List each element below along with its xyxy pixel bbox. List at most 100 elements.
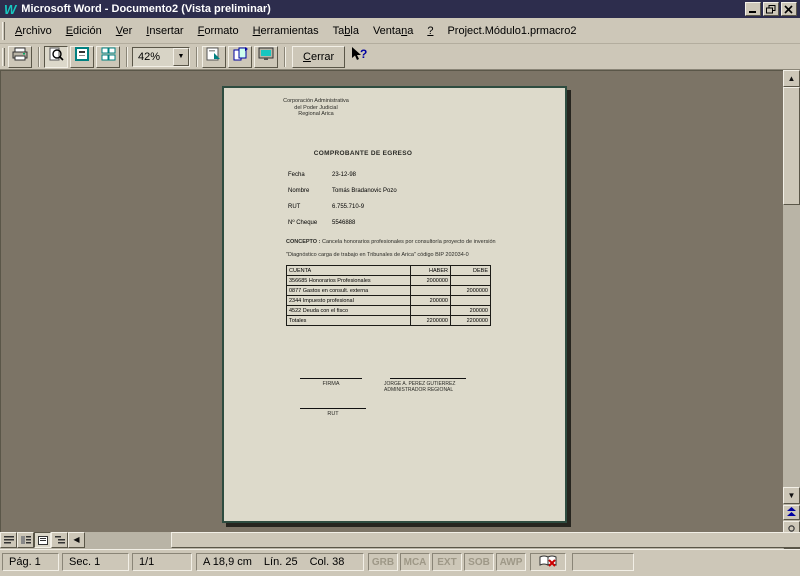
status-mode-grb[interactable]: GRB: [368, 553, 398, 571]
one-page-icon: [75, 47, 89, 66]
full-screen-button[interactable]: [254, 46, 278, 68]
view-ruler-button[interactable]: [202, 46, 226, 68]
close-icon: [784, 5, 794, 14]
menu-formato[interactable]: Formato: [191, 21, 246, 41]
zoom-combobox[interactable]: 42% ▼: [132, 47, 190, 67]
page-layout-view-button[interactable]: [34, 532, 51, 548]
titlebar: W Microsoft Word - Documento2 (Vista pre…: [0, 0, 800, 18]
arrow-down-icon: ▼: [788, 492, 796, 500]
arrow-left-icon: ◀: [73, 536, 79, 544]
menu-ayuda[interactable]: ?: [420, 21, 440, 41]
print-button[interactable]: [8, 46, 32, 68]
col-cuenta: CUENTA: [287, 266, 411, 276]
outline-view-button[interactable]: [51, 532, 68, 548]
minimize-button[interactable]: [745, 2, 761, 16]
horizontal-scrollbar[interactable]: ◀ ▶: [0, 532, 783, 549]
menu-archivo[interactable]: Archivo: [8, 21, 59, 41]
field-value: 5546888: [332, 220, 355, 226]
concepto-line1: CONCEPTO : Cancela honorarios profesiona…: [286, 239, 546, 245]
status-page: Pág. 1: [2, 553, 59, 571]
field-label: Nombre: [288, 188, 309, 194]
field-cheque: Nº Cheque 5546888: [288, 220, 488, 228]
toolbar-grip[interactable]: [2, 48, 5, 66]
normal-view-button[interactable]: [0, 532, 17, 548]
status-section: Sec. 1: [62, 553, 129, 571]
vertical-scroll-thumb[interactable]: [783, 87, 800, 205]
table-row: 356685 Honorarios Profesionales 2000000: [287, 276, 491, 286]
menu-ventana[interactable]: Ventana: [366, 21, 420, 41]
status-page-of: 1/1: [132, 553, 192, 571]
status-mode-awp[interactable]: AWP: [496, 553, 526, 571]
help-icon: ?: [350, 46, 368, 67]
printer-icon: [12, 47, 28, 66]
vertical-scrollbar[interactable]: ▲ ▼: [783, 70, 800, 549]
menu-insertar[interactable]: Insertar: [139, 21, 190, 41]
normal-view-icon: [4, 536, 14, 544]
status-mode-ext[interactable]: EXT: [432, 553, 462, 571]
magnifier-button[interactable]: [44, 46, 68, 68]
org-line: Regional Arica: [264, 111, 368, 118]
rut-line: [300, 408, 366, 409]
close-button[interactable]: [781, 2, 797, 16]
close-preview-button[interactable]: Cerrar: [292, 46, 345, 68]
menu-edicion[interactable]: Edición: [59, 21, 109, 41]
field-nombre: Nombre Tomás Bradanovic Pozo: [288, 188, 488, 196]
menu-ver[interactable]: Ver: [109, 21, 140, 41]
arrow-up-icon: ▲: [788, 75, 796, 83]
accounts-table: CUENTA HABER DEBE 356685 Honorarios Prof…: [286, 265, 491, 326]
toolbar-separator: [126, 47, 128, 67]
concepto-label: CONCEPTO :: [286, 239, 320, 245]
status-empty-panel: [572, 553, 634, 571]
field-value: Tomás Bradanovic Pozo: [332, 188, 397, 194]
online-layout-icon: [21, 536, 31, 544]
menu-herramientas[interactable]: Herramientas: [246, 21, 326, 41]
toolbar-separator: [284, 47, 286, 67]
field-fecha: Fecha 23-12-98: [288, 172, 488, 180]
word-logo-icon: W: [4, 2, 16, 17]
table-row: Totales 2200000 2200000: [287, 316, 491, 326]
restore-button[interactable]: [763, 2, 779, 16]
menu-tabla[interactable]: Tabla: [326, 21, 366, 41]
help-button[interactable]: ?: [347, 46, 371, 68]
table-row: 2344 Impuesto profesional 200000: [287, 296, 491, 306]
menu-project-macro[interactable]: Project.Módulo1.prmacro2: [440, 21, 583, 41]
signer-title: ADMINISTRADOR REGIONAL: [384, 387, 480, 393]
rut-label: RUT: [300, 411, 366, 417]
menubar-grip[interactable]: [2, 22, 5, 40]
concepto-text: Cancela honorarios profesionales por con…: [320, 239, 495, 245]
scroll-left-button[interactable]: ◀: [68, 532, 85, 548]
svg-text:?: ?: [360, 47, 367, 61]
org-header: Corporación Administrativa del Poder Jud…: [264, 98, 368, 118]
firma-line: [300, 378, 362, 379]
col-haber: HABER: [411, 266, 451, 276]
horizontal-scroll-thumb[interactable]: [171, 532, 800, 548]
outline-view-icon: [55, 536, 65, 544]
status-mode-sob[interactable]: SOB: [464, 553, 494, 571]
status-line: Lín. 25: [264, 556, 298, 568]
table-row: 0877 Gastos en consult. externa 2000000: [287, 286, 491, 296]
zoom-value[interactable]: 42%: [133, 51, 173, 63]
horizontal-scroll-track[interactable]: [85, 532, 766, 549]
multiple-pages-icon: [101, 47, 116, 66]
field-value: 6.755.710-9: [332, 204, 364, 210]
shrink-to-fit-icon: [233, 47, 248, 66]
full-screen-icon: [258, 47, 274, 66]
multiple-pages-button[interactable]: [96, 46, 120, 68]
spelling-status-panel[interactable]: [530, 553, 566, 571]
table-row: 4522 Deuda con el fisco 200000: [287, 306, 491, 316]
preview-workspace: Corporación Administrativa del Poder Jud…: [0, 70, 783, 532]
shrink-to-fit-button[interactable]: [228, 46, 252, 68]
one-page-button[interactable]: [70, 46, 94, 68]
restore-icon: [766, 5, 776, 14]
print-preview-toolbar: 42% ▼: [0, 44, 800, 70]
scroll-up-button[interactable]: ▲: [783, 70, 800, 87]
document-page[interactable]: Corporación Administrativa del Poder Jud…: [222, 86, 567, 523]
field-label: RUT: [288, 204, 300, 210]
col-debe: DEBE: [451, 266, 491, 276]
online-layout-view-button[interactable]: [17, 532, 34, 548]
page-layout-icon: [38, 536, 48, 545]
scroll-down-button[interactable]: ▼: [783, 487, 800, 504]
status-mode-mca[interactable]: MCA: [400, 553, 430, 571]
statusbar: Pág. 1 Sec. 1 1/1 A 18,9 cm Lín. 25 Col.…: [0, 549, 800, 576]
chevron-down-icon[interactable]: ▼: [173, 48, 189, 66]
